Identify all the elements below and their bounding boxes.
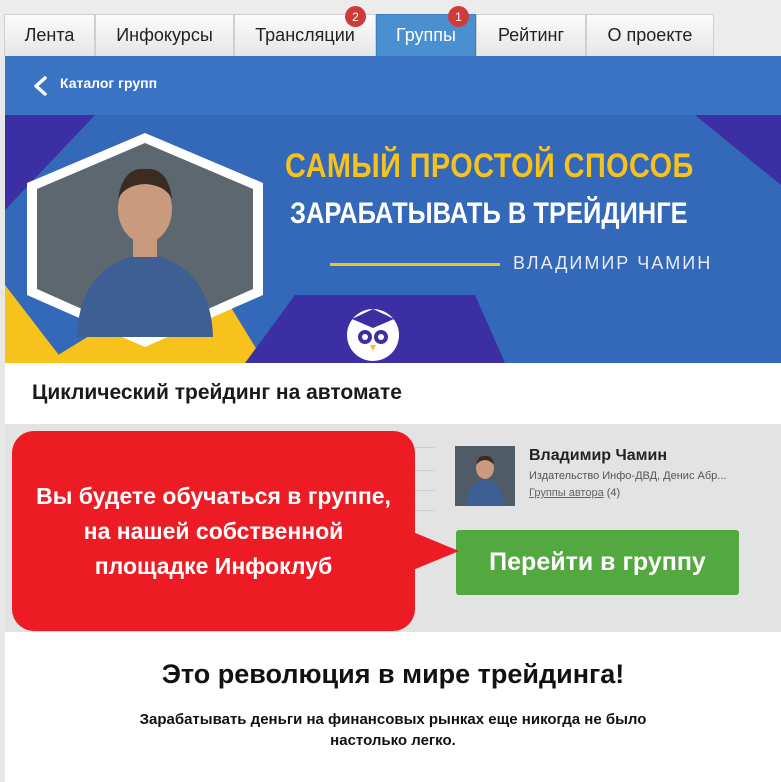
banner-headline: САМЫЙ ПРОСТОЙ СПОСОБ: [285, 147, 694, 185]
callout-line: Вы будете обучаться в группе,: [36, 482, 391, 509]
avatar[interactable]: [455, 446, 515, 506]
group-banner: САМЫЙ ПРОСТОЙ СПОСОБ ЗАРАБАТЫВАТЬ В ТРЕЙ…: [5, 115, 781, 363]
tab-broadcasts[interactable]: Трансляции 2: [234, 6, 376, 56]
tab-label: Трансляции: [255, 25, 355, 45]
owl-graduate-icon: [347, 309, 399, 361]
callout-line: на нашей собственной: [83, 517, 344, 544]
tab-groups[interactable]: Группы 1: [376, 6, 476, 56]
header-title[interactable]: Каталог групп: [60, 75, 157, 91]
author-photo: [455, 446, 515, 506]
callout-line: площадке Инфоклуб: [94, 552, 333, 579]
author-groups: Группы автора (4): [529, 487, 620, 499]
tab-label: Рейтинг: [497, 25, 565, 45]
notification-badge: 1: [448, 6, 469, 27]
top-tabs: Лента Инфокурсы Трансляции 2 Группы 1 Ре…: [0, 0, 781, 56]
banner-divider: [330, 263, 500, 266]
description-heading: Это революция в мире трейдинга!: [161, 659, 625, 689]
tab-rating[interactable]: Рейтинг: [476, 14, 586, 56]
callout-text: Вы будете обучаться в группе, на нашей с…: [12, 431, 415, 631]
tab-label: Инфокурсы: [116, 25, 213, 45]
tab-feed[interactable]: Лента: [4, 14, 95, 56]
subheading-line: настолько легко.: [330, 732, 456, 749]
go-to-group-button[interactable]: Перейти в группу: [456, 530, 739, 595]
subheading-line: Зарабатывать деньги на финансовых рынках…: [139, 711, 647, 728]
group-header: Каталог групп: [5, 56, 781, 115]
author-publisher: Издательство Инфо-ДВД, Денис Абр...: [529, 470, 727, 482]
tab-label: Лента: [24, 25, 75, 45]
group-title: Циклический трейдинг на автомате: [32, 381, 402, 404]
banner-author: ВЛАДИМИР ЧАМИН: [513, 253, 713, 273]
tab-about[interactable]: О проекте: [586, 14, 714, 56]
arrow-right-icon: [413, 532, 459, 570]
tab-label: О проекте: [607, 25, 693, 45]
notification-badge: 2: [345, 6, 366, 27]
author-groups-link[interactable]: Группы автора: [529, 487, 604, 499]
chevron-left-icon[interactable]: [32, 76, 50, 96]
author-groups-count: (4): [606, 487, 621, 499]
tab-infocourses[interactable]: Инфокурсы: [95, 14, 234, 56]
description-subheading: Зарабатывать деньги на финансовых рынках…: [60, 709, 726, 751]
banner-subheadline: ЗАРАБАТЫВАТЬ В ТРЕЙДИНГЕ: [290, 197, 688, 230]
tab-label: Группы: [396, 25, 456, 45]
group-description: Это революция в мире трейдинга! Зарабаты…: [5, 632, 781, 782]
group-title-bar: Циклический трейдинг на автомате: [5, 363, 781, 424]
author-name[interactable]: Владимир Чамин: [529, 447, 667, 465]
